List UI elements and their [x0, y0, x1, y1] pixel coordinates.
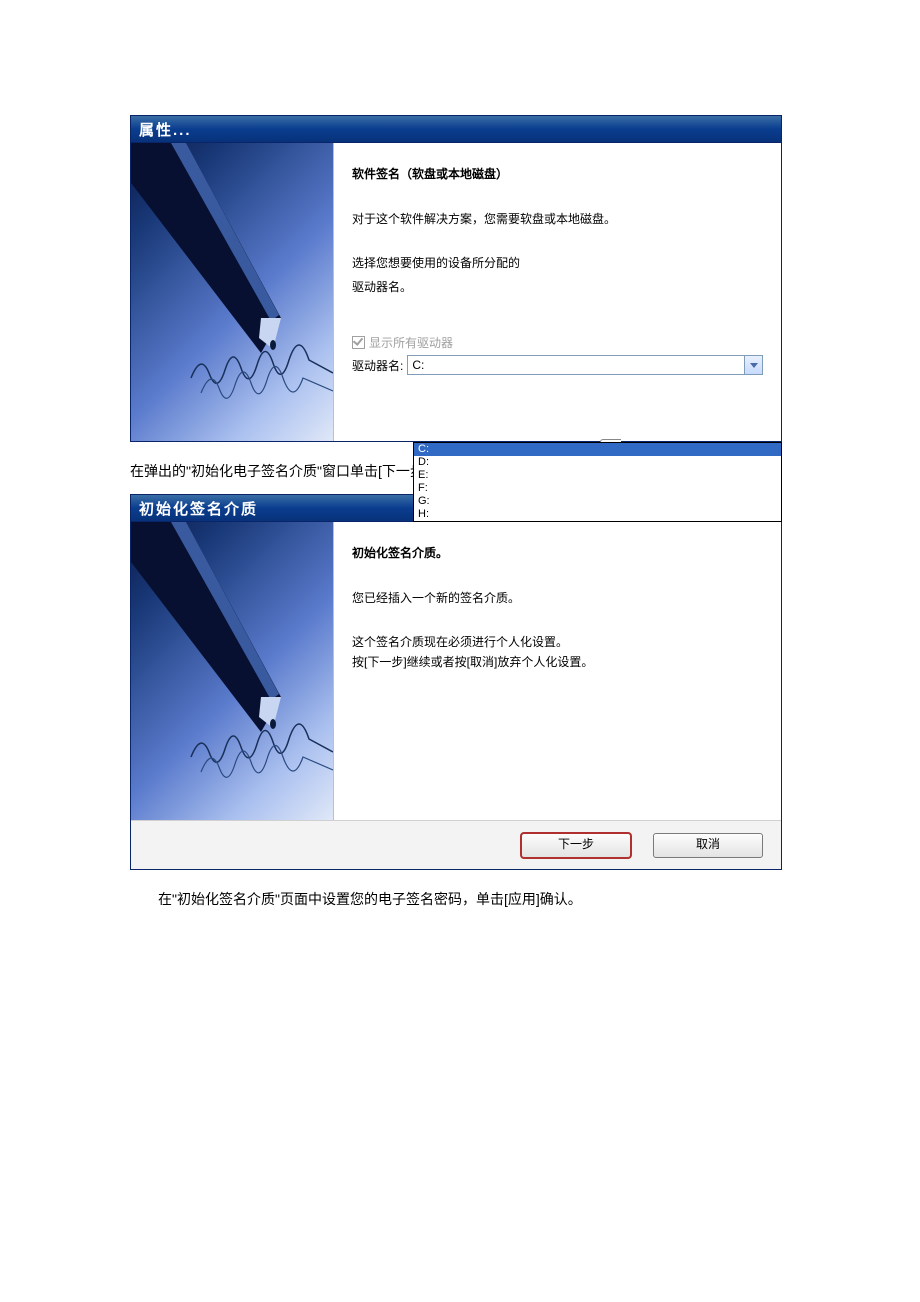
dropdown-arrow-icon[interactable] — [744, 356, 762, 374]
wizard-side-image — [131, 143, 334, 441]
dialog-text-2a: 这个签名介质现在必须进行个人化设置。 — [352, 633, 763, 651]
cancel-button[interactable]: 取消 — [653, 833, 763, 858]
wizard-side-image — [131, 522, 334, 820]
dialog-text-1: 您已经插入一个新的签名介质。 — [352, 589, 763, 607]
drive-option[interactable]: E: — [414, 469, 781, 482]
dialog-text-2b: 按[下一步]继续或者按[取消]放弃个人化设置。 — [352, 653, 763, 671]
drive-option[interactable]: C: — [414, 443, 781, 456]
drive-name-label: 驱动器名: — [352, 357, 403, 374]
dialog-title: 初始化签名介质 — [139, 498, 258, 519]
dialog-title: 属性... — [139, 119, 192, 140]
dialog-text-2b: 驱动器名。 — [352, 278, 763, 296]
next-button[interactable]: 下一步 — [521, 833, 631, 858]
drive-option[interactable]: G: — [414, 495, 781, 508]
drive-name-select[interactable]: C: — [407, 355, 763, 375]
dialog-titlebar: 属性... — [131, 116, 781, 143]
dialog-content-title: 初始化签名介质。 — [352, 544, 763, 561]
dialog-text-1: 对于这个软件解决方案，您需要软盘或本地磁盘。 — [352, 210, 763, 228]
show-all-drives-label: 显示所有驱动器 — [369, 334, 453, 351]
drive-dropdown-list[interactable]: C: D: E: F: G: H: — [413, 442, 782, 522]
pen-signature-icon — [131, 143, 333, 441]
show-all-drives-checkbox[interactable] — [352, 336, 365, 349]
dialog-button-bar: 下一步 取消 — [131, 820, 781, 869]
dialog-content-title: 软件签名（软盘或本地磁盘） — [352, 165, 763, 182]
drive-option[interactable]: F: — [414, 482, 781, 495]
init-signature-dialog: 初始化签名介质 初始化签名介质。 您已经插入一个新的签名介质。 这个签名介质现在… — [130, 494, 782, 870]
drive-name-value: C: — [412, 358, 424, 372]
dialog-text-2a: 选择您想要使用的设备所分配的 — [352, 254, 763, 272]
pen-signature-icon — [131, 522, 333, 820]
drive-option[interactable]: D: — [414, 456, 781, 469]
document-paragraph-2: 在"初始化签名介质"页面中设置您的电子签名密码，单击[应用]确认。 — [130, 888, 798, 910]
drive-option[interactable]: H: — [414, 508, 781, 521]
properties-dialog: 属性... 软件签名（软盘或本地磁盘） 对于这个软件解决方案，您需要软盘或本地 — [130, 115, 782, 442]
